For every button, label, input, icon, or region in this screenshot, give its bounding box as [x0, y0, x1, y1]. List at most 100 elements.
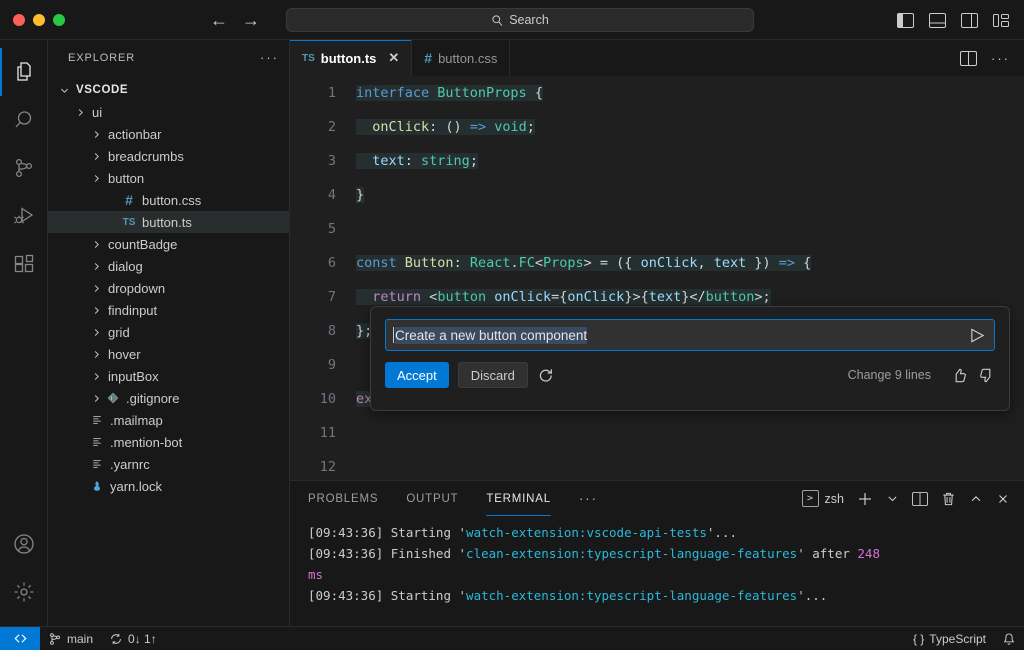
close-window-button[interactable]: [13, 14, 25, 26]
tree-item[interactable]: countBadge: [48, 233, 289, 255]
toggle-panel-icon[interactable]: [928, 11, 946, 29]
tree-item-label: ui: [92, 105, 102, 120]
tree-item-label: inputBox: [108, 369, 159, 384]
chevron-right-icon[interactable]: [88, 283, 104, 294]
chevron-right-icon[interactable]: [88, 151, 104, 162]
discard-button[interactable]: Discard: [458, 362, 528, 388]
command-center-search[interactable]: Search: [286, 8, 754, 32]
notifications-bell-icon[interactable]: [994, 627, 1024, 650]
panel-tab[interactable]: PROBLEMS: [308, 481, 378, 516]
editor-tab-label: button.css: [438, 51, 497, 66]
send-icon[interactable]: [969, 327, 986, 344]
chevron-right-icon[interactable]: [88, 239, 104, 250]
tree-item[interactable]: grid: [48, 321, 289, 343]
maximize-panel-icon[interactable]: [969, 492, 983, 506]
rerun-icon[interactable]: [537, 367, 554, 384]
panel-tab[interactable]: TERMINAL: [486, 481, 551, 516]
go-forward-icon[interactable]: →: [242, 11, 260, 29]
terminal-output[interactable]: [09:43:36] Starting 'watch-extension:vsc…: [290, 516, 1024, 626]
code-editor[interactable]: 1interface ButtonProps {2 onClick: () =>…: [290, 76, 1024, 480]
customize-layout-icon[interactable]: [992, 11, 1010, 29]
tree-item[interactable]: dialog: [48, 255, 289, 277]
chevron-down-icon[interactable]: [886, 492, 899, 505]
feedback-buttons: [951, 367, 995, 384]
toggle-primary-sidebar-icon[interactable]: [896, 11, 914, 29]
status-sync-label: 0↓ 1↑: [128, 632, 157, 646]
tree-item[interactable]: ui: [48, 101, 289, 123]
toggle-secondary-sidebar-icon[interactable]: [960, 11, 978, 29]
tree-item[interactable]: findinput: [48, 299, 289, 321]
close-panel-icon[interactable]: [996, 492, 1010, 506]
panel-more-actions-icon[interactable]: ···: [579, 481, 598, 516]
layout-controls: [896, 0, 1010, 40]
maximize-window-button[interactable]: [53, 14, 65, 26]
chevron-right-icon[interactable]: [88, 261, 104, 272]
tree-item[interactable]: .yarnrc: [48, 453, 289, 475]
explorer-more-actions-icon[interactable]: ···: [260, 50, 279, 65]
css-file-icon: #: [424, 50, 432, 66]
editor-tab[interactable]: # button.css: [412, 40, 510, 76]
tree-item-label: dialog: [108, 259, 143, 274]
accept-button[interactable]: Accept: [385, 362, 449, 388]
minimize-window-button[interactable]: [33, 14, 45, 26]
status-language[interactable]: { } TypeScript: [905, 627, 994, 650]
chevron-right-icon[interactable]: [88, 129, 104, 140]
chevron-down-icon[interactable]: [56, 85, 72, 96]
sidebar-item-run-and-debug[interactable]: [0, 192, 48, 240]
tree-item[interactable]: dropdown: [48, 277, 289, 299]
tree-item[interactable]: hover: [48, 343, 289, 365]
tree-item[interactable]: button: [48, 167, 289, 189]
inline-chat-input[interactable]: Create a new button component: [385, 319, 995, 351]
split-editor-right-icon[interactable]: [960, 51, 977, 66]
terminal-shell-indicator[interactable]: > zsh: [802, 490, 844, 507]
panel-tab[interactable]: OUTPUT: [406, 481, 458, 516]
tree-root-item[interactable]: VSCODE: [48, 79, 289, 101]
go-back-icon[interactable]: ←: [210, 11, 228, 29]
editor-more-actions-icon[interactable]: ···: [991, 51, 1010, 66]
sidebar-item-extensions[interactable]: [0, 240, 48, 288]
chevron-right-icon[interactable]: [88, 327, 104, 338]
tree-item[interactable]: .mailmap: [48, 409, 289, 431]
tree-item[interactable]: inputBox: [48, 365, 289, 387]
chevron-right-icon[interactable]: [72, 107, 88, 118]
tree-item[interactable]: TSbutton.ts: [48, 211, 289, 233]
accounts-icon[interactable]: [0, 520, 48, 568]
status-branch[interactable]: main: [40, 627, 101, 650]
tree-item[interactable]: .gitignore: [48, 387, 289, 409]
editor-tab-actions: ···: [960, 40, 1024, 76]
chevron-right-icon[interactable]: [88, 305, 104, 316]
line-number: 1: [290, 76, 356, 110]
tree-item-label: hover: [108, 347, 141, 362]
line-number: 6: [290, 246, 356, 280]
gear-icon[interactable]: [0, 568, 48, 616]
chevron-right-icon[interactable]: [88, 393, 104, 404]
status-sync[interactable]: 0↓ 1↑: [101, 627, 165, 650]
editor-tab[interactable]: TSbutton.ts✕: [290, 40, 412, 76]
remote-window-icon[interactable]: [0, 627, 40, 650]
terminal-line: [09:43:36] Starting 'watch-extension:typ…: [308, 585, 1024, 606]
thumbs-down-icon[interactable]: [978, 367, 995, 384]
split-terminal-icon[interactable]: [912, 492, 928, 506]
tree-item-label: .mention-bot: [110, 435, 182, 450]
tree-item-label: breadcrumbs: [108, 149, 184, 164]
chevron-right-icon[interactable]: [88, 349, 104, 360]
tree-item-label: grid: [108, 325, 130, 340]
tree-item-label: countBadge: [108, 237, 177, 252]
tree-item[interactable]: yarn.lock: [48, 475, 289, 497]
chevron-right-icon[interactable]: [88, 173, 104, 184]
thumbs-up-icon[interactable]: [951, 367, 968, 384]
chevron-right-icon[interactable]: [88, 371, 104, 382]
trash-icon[interactable]: [941, 491, 956, 507]
terminal-line: ms: [308, 564, 1024, 585]
sidebar-item-explorer[interactable]: [0, 48, 48, 96]
close-icon[interactable]: ✕: [388, 50, 399, 66]
tree-item[interactable]: breadcrumbs: [48, 145, 289, 167]
tree-item-label: yarn.lock: [110, 479, 162, 494]
new-terminal-icon[interactable]: [857, 491, 873, 507]
tree-item[interactable]: #button.css: [48, 189, 289, 211]
tree-item[interactable]: .mention-bot: [48, 431, 289, 453]
tree-item[interactable]: actionbar: [48, 123, 289, 145]
sidebar-item-source-control[interactable]: [0, 144, 48, 192]
inline-chat-widget: Create a new button component Accept Dis…: [370, 306, 1010, 411]
sidebar-item-search[interactable]: [0, 96, 48, 144]
